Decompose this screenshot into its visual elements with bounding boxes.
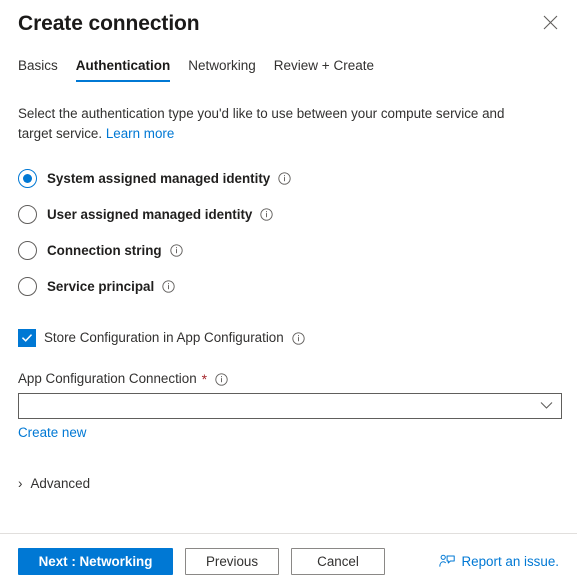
- dialog-body: Select the authentication type you'd lik…: [0, 82, 577, 533]
- radio-mark-selected: [18, 169, 37, 188]
- store-configuration-checkbox[interactable]: Store Configuration in App Configuration: [18, 328, 559, 348]
- tab-basics[interactable]: Basics: [18, 57, 67, 82]
- chevron-right-icon: ›: [18, 475, 23, 491]
- field-label-row: App Configuration Connection *: [18, 370, 559, 388]
- tab-networking[interactable]: Networking: [179, 57, 265, 82]
- app-configuration-connection-field: App Configuration Connection * Create ne…: [18, 370, 562, 442]
- close-icon: [543, 15, 558, 30]
- create-connection-dialog: Create connection Basics Authentication …: [0, 0, 577, 588]
- radio-mark: [18, 205, 37, 224]
- create-new-link[interactable]: Create new: [18, 424, 86, 442]
- chevron-down-icon: [540, 397, 553, 415]
- info-icon[interactable]: [260, 208, 274, 221]
- field-label: App Configuration Connection: [18, 371, 197, 386]
- info-icon[interactable]: [162, 280, 175, 293]
- cancel-button[interactable]: Cancel: [291, 547, 385, 575]
- feedback-person-icon: [439, 554, 456, 568]
- radio-mark: [18, 277, 37, 296]
- radio-option-system-assigned-managed-identity[interactable]: System assigned managed identity: [18, 168, 559, 189]
- report-an-issue-link[interactable]: Report an issue.: [439, 554, 559, 569]
- dialog-footer: Next : Networking Previous Cancel Report…: [0, 533, 577, 588]
- advanced-section-toggle[interactable]: › Advanced: [18, 476, 90, 491]
- wizard-tabs: Basics Authentication Networking Review …: [0, 57, 577, 82]
- authentication-type-radio-group: System assigned managed identity User as…: [18, 168, 559, 297]
- tab-review-create[interactable]: Review + Create: [265, 57, 383, 82]
- page-title: Create connection: [18, 12, 200, 35]
- radio-label: Connection string: [47, 243, 162, 258]
- info-icon[interactable]: [169, 244, 183, 257]
- info-icon[interactable]: [292, 331, 305, 345]
- checkbox-mark-checked: [18, 329, 36, 347]
- radio-label: Service principal: [47, 279, 155, 294]
- description-text: Select the authentication type you'd lik…: [18, 104, 538, 144]
- required-indicator: *: [201, 371, 208, 387]
- radio-label: User assigned managed identity: [47, 207, 253, 222]
- report-an-issue-label: Report an issue.: [461, 553, 559, 569]
- dialog-header: Create connection: [0, 0, 577, 38]
- radio-mark: [18, 241, 37, 260]
- tab-authentication[interactable]: Authentication: [67, 57, 180, 82]
- checkbox-label: Store Configuration in App Configuration: [44, 330, 284, 345]
- app-configuration-connection-dropdown[interactable]: [18, 393, 562, 419]
- radio-option-connection-string[interactable]: Connection string: [18, 240, 559, 261]
- close-button[interactable]: [535, 7, 565, 37]
- radio-label: System assigned managed identity: [47, 171, 271, 186]
- learn-more-link[interactable]: Learn more: [106, 126, 174, 141]
- radio-option-service-principal[interactable]: Service principal: [18, 276, 559, 297]
- advanced-label: Advanced: [30, 476, 91, 491]
- radio-option-user-assigned-managed-identity[interactable]: User assigned managed identity: [18, 204, 559, 225]
- info-icon[interactable]: [215, 372, 228, 386]
- next-networking-button[interactable]: Next : Networking: [18, 547, 173, 575]
- previous-button[interactable]: Previous: [185, 547, 279, 575]
- info-icon[interactable]: [278, 172, 291, 185]
- description-sentence: Select the authentication type you'd lik…: [18, 106, 505, 141]
